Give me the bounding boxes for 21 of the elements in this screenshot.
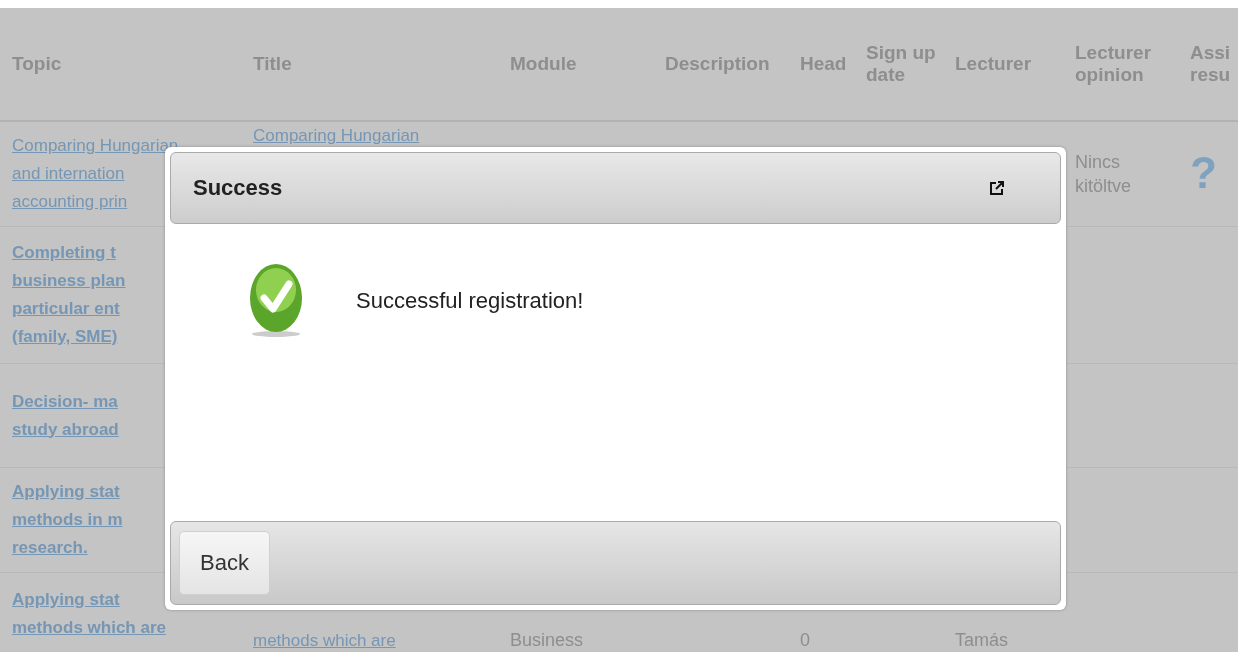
topic-link[interactable]: accounting prin	[12, 188, 128, 216]
topic-link[interactable]: particular ent	[12, 295, 120, 323]
popout-icon[interactable]	[989, 180, 1005, 196]
topic-link[interactable]: research.	[12, 534, 88, 562]
topic-link[interactable]: methods in m	[12, 506, 123, 534]
topic-link[interactable]: Applying stat	[12, 478, 120, 506]
title-link[interactable]: Comparing Hungarian	[253, 122, 420, 150]
topic-link[interactable]: study abroad	[12, 415, 119, 444]
topic-link[interactable]: Applying stat	[12, 586, 120, 614]
question-mark: ?	[1190, 148, 1217, 197]
dialog-title: Success	[193, 175, 283, 201]
topic-link[interactable]: Completing t	[12, 239, 116, 267]
check-icon	[248, 262, 304, 340]
topic-link[interactable]: methods which are	[12, 614, 166, 642]
title-link[interactable]: methods which are	[253, 627, 396, 652]
topic-link[interactable]: Decision- ma	[12, 387, 118, 416]
dialog-message: Successful registration!	[356, 288, 584, 314]
topic-link[interactable]: business plan	[12, 267, 126, 295]
topic-link[interactable]: and internation	[12, 160, 125, 188]
topic-link[interactable]: (family, SME)	[12, 323, 118, 351]
back-button[interactable]: Back	[179, 531, 270, 595]
